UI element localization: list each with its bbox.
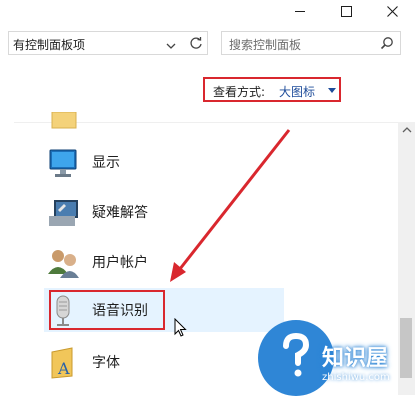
minimize-icon bbox=[295, 10, 305, 12]
address-path: 有控制面板项 bbox=[13, 38, 86, 52]
maximize-button[interactable] bbox=[323, 0, 369, 22]
chevron-down-icon bbox=[166, 43, 176, 49]
scrollbar-thumb[interactable] bbox=[400, 318, 412, 378]
list-item-troubleshooting[interactable]: 疑难解答 bbox=[44, 190, 284, 234]
watermark-text: 知识屋 bbox=[322, 346, 389, 371]
list-item-partial[interactable] bbox=[44, 112, 284, 130]
font-folder-icon: A bbox=[51, 347, 73, 379]
list-item-display[interactable]: 显示 bbox=[44, 140, 284, 184]
folder-icon bbox=[51, 112, 77, 129]
item-label-troubleshooting: 疑难解答 bbox=[92, 205, 148, 221]
scroll-up-icon[interactable] bbox=[401, 125, 413, 135]
minimize-button[interactable] bbox=[277, 0, 323, 22]
caret-down-icon bbox=[328, 88, 336, 93]
refresh-icon bbox=[190, 37, 202, 49]
list-item-fonts[interactable]: A 字体 bbox=[44, 340, 284, 384]
svg-text:A: A bbox=[57, 359, 70, 378]
search-input[interactable]: 搜索控制面板 bbox=[221, 31, 401, 55]
view-mode-selector[interactable]: 查看方式: 大图标 bbox=[203, 77, 341, 102]
user-accounts-icon bbox=[48, 250, 79, 278]
search-placeholder: 搜索控制面板 bbox=[229, 38, 302, 52]
list-item-user-accounts[interactable]: 用户帐户 bbox=[44, 240, 284, 284]
troubleshooting-icon bbox=[49, 200, 78, 226]
close-button[interactable] bbox=[369, 0, 415, 22]
monitor-icon bbox=[49, 149, 77, 177]
watermark-url: zhishiwu.com bbox=[322, 372, 390, 383]
view-mode-value[interactable]: 大图标 bbox=[279, 83, 315, 100]
mouse-cursor-icon bbox=[174, 318, 187, 337]
refresh-button[interactable] bbox=[188, 35, 204, 51]
highlight-box-speech bbox=[49, 290, 165, 330]
item-label-display: 显示 bbox=[92, 155, 120, 171]
item-label-fonts: 字体 bbox=[92, 355, 120, 371]
search-icon bbox=[380, 37, 393, 50]
address-bar[interactable]: 有控制面板项 bbox=[8, 31, 208, 55]
maximize-icon bbox=[340, 5, 352, 17]
view-mode-label: 查看方式: bbox=[213, 85, 266, 99]
address-dropdown-button[interactable] bbox=[164, 37, 178, 49]
close-icon bbox=[386, 5, 398, 17]
item-label-user-accounts: 用户帐户 bbox=[92, 255, 148, 271]
